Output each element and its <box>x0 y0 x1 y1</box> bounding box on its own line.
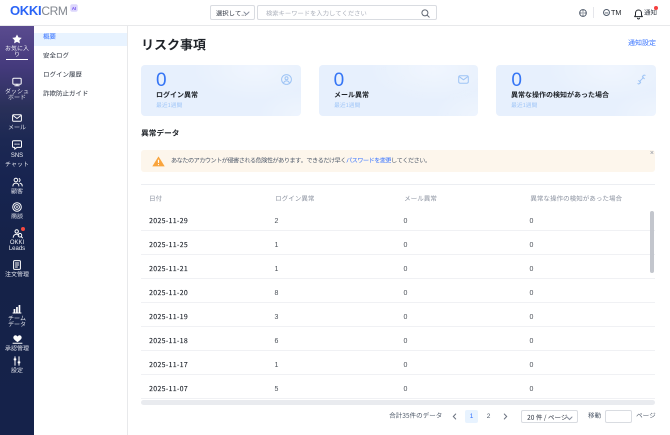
svg-text:AI: AI <box>72 5 77 10</box>
